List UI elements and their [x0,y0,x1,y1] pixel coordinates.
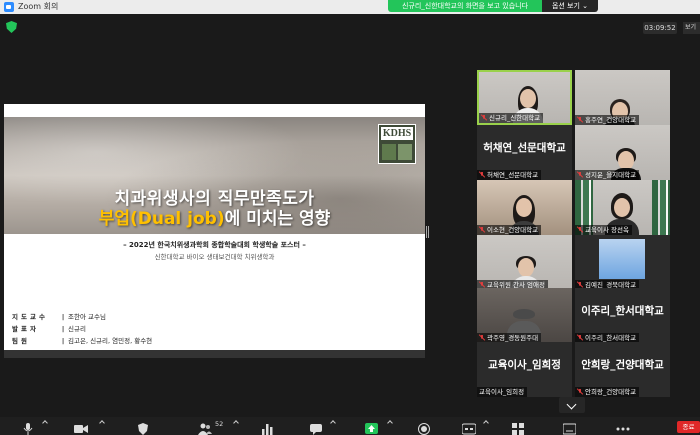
security-button[interactable] [137,420,149,435]
reactions-icon [562,423,577,435]
participant-tile[interactable]: 김예진_경북대학교 [575,235,670,290]
splitter-handle[interactable] [426,226,429,238]
participant-name: 안희랑_건양대학교 [575,387,640,397]
chat-bubble-icon [310,424,322,435]
participant-name-display: 이주리_한서대학교 [581,305,664,317]
info-row: 발표자 | 신규리 [12,325,86,333]
participant-tile[interactable]: 신규리_신한대학교 [477,70,572,125]
participant-name: 교육이사_임희정 [477,387,528,397]
info-row: 팀원 | 김고은, 신규리, 염민정, 황수현 [12,337,153,345]
view-options-button[interactable]: 옵션 보기 ⌄ [542,0,598,12]
mic-muted-icon [479,227,485,233]
camera-icon [74,425,88,433]
chat-options-caret[interactable] [330,420,336,426]
record-icon [418,423,430,435]
participant-tile[interactable]: 홍주연_건양대학교 [575,70,670,125]
slide-title-line2: 부업(Dual job)에 미치는 영향 [4,204,425,229]
mic-muted-icon [577,335,583,341]
gallery-scroll-down-button[interactable] [559,397,585,413]
zoom-logo-icon [4,2,14,12]
slide-subtitle: – 2022년 한국치위생과학회 종합학술대회 학생학술 포스터 – [123,241,306,249]
view-tab[interactable]: 보기 [683,22,700,34]
audio-options-caret[interactable] [42,420,48,426]
captions-options-caret[interactable] [483,420,489,426]
meeting-timer: 03:09:52 [643,22,677,34]
participant-tile[interactable]: 이소현_건양대학교 [477,180,572,235]
slide-info-block: 지도교수 | 조한아 교수님 발표자 | 신규리 팀원 | 김고은, 신규리, 염민정, 황… [12,311,152,347]
participant-name: 이소현_건양대학교 [477,225,542,235]
meeting-toolbar: 52 [0,417,700,435]
participants-icon [198,423,212,435]
participant-name-display: 허채연_선문대학교 [483,142,566,154]
captions-button[interactable] [461,420,477,435]
participant-name-display: 교육이사_임희정 [488,359,561,371]
video-button[interactable] [74,420,88,433]
mic-muted-icon [481,115,487,121]
security-shield-icon[interactable] [6,21,17,33]
video-options-caret[interactable] [99,420,105,426]
participant-tile[interactable]: 교육위원 간사 엄애정 [477,235,572,290]
participants-options-caret[interactable] [233,420,239,426]
share-options-caret[interactable] [387,420,393,426]
participant-tile[interactable]: 곽주영_경동원주대 [477,288,572,343]
participant-name: 성지윤_을지대학교 [575,170,640,180]
participants-button[interactable] [198,420,212,435]
participant-name-display: 안희랑_건양대학교 [581,359,664,371]
chat-button[interactable] [310,420,323,435]
participant-tile[interactable]: 성지윤_을지대학교 [575,125,670,180]
mic-muted-icon [479,335,485,341]
more-dots-icon [616,427,630,431]
title-rest: 에 미치는 영향 [224,209,331,229]
breakout-rooms-icon [512,423,524,435]
title-highlight: 부업(Dual job) [98,209,225,229]
share-screen-button[interactable] [365,420,378,434]
share-screen-icon [365,423,378,434]
reactions-button[interactable] [562,420,577,435]
polls-button[interactable] [261,420,273,435]
mic-muted-icon [577,389,583,395]
bar-chart-icon [262,424,273,435]
participant-tile[interactable]: 교육이사 장선옥 [575,180,670,235]
microphone-icon [23,423,33,435]
participant-name: 신규리_신한대학교 [479,113,544,123]
participant-name: 교육이사 장선옥 [575,225,632,235]
participants-count: 52 [215,420,224,428]
mute-button[interactable] [22,420,34,435]
slide-footer-bar [4,350,425,358]
mic-muted-icon [577,117,583,123]
mic-muted-icon [479,172,485,178]
shield-icon [138,423,148,435]
breakout-rooms-button[interactable] [512,420,524,435]
participant-tile[interactable]: 안희랑_건양대학교 안희랑_건양대학교 [575,342,670,397]
record-button[interactable] [418,420,430,435]
participant-tile[interactable]: 허채연_선문대학교 허채연_선문대학교 [477,125,572,180]
mic-muted-icon [577,227,583,233]
logo-text: KDHS [381,127,413,140]
participant-name: 홍주연_건양대학교 [575,115,640,125]
mic-muted-icon [577,172,583,178]
window-title: Zoom 회의 [18,2,59,11]
screen-share-banner: 신규리_신한대학교의 화면을 보고 있습니다 [388,0,542,12]
end-meeting-button[interactable]: 종료 [677,421,700,433]
kdhs-logo: KDHS [378,124,416,164]
participant-tile[interactable]: 이주리_한서대학교 이주리_한서대학교 [575,288,670,343]
slide-affiliation: 신한대학교 바이오 생태보건대학 치위생학과 [154,253,275,261]
participant-name: 허채연_선문대학교 [477,170,542,180]
shared-screen-slide: KDHS 치과위생사의 직무만족도가 부업(Dual job)에 미치는 영향 … [4,104,425,358]
more-button[interactable] [616,420,630,432]
info-row: 지도교수 | 조한아 교수님 [12,313,106,321]
captions-icon [461,423,477,435]
participant-tile[interactable]: 교육이사_임희정 교육이사_임희정 [477,342,572,397]
